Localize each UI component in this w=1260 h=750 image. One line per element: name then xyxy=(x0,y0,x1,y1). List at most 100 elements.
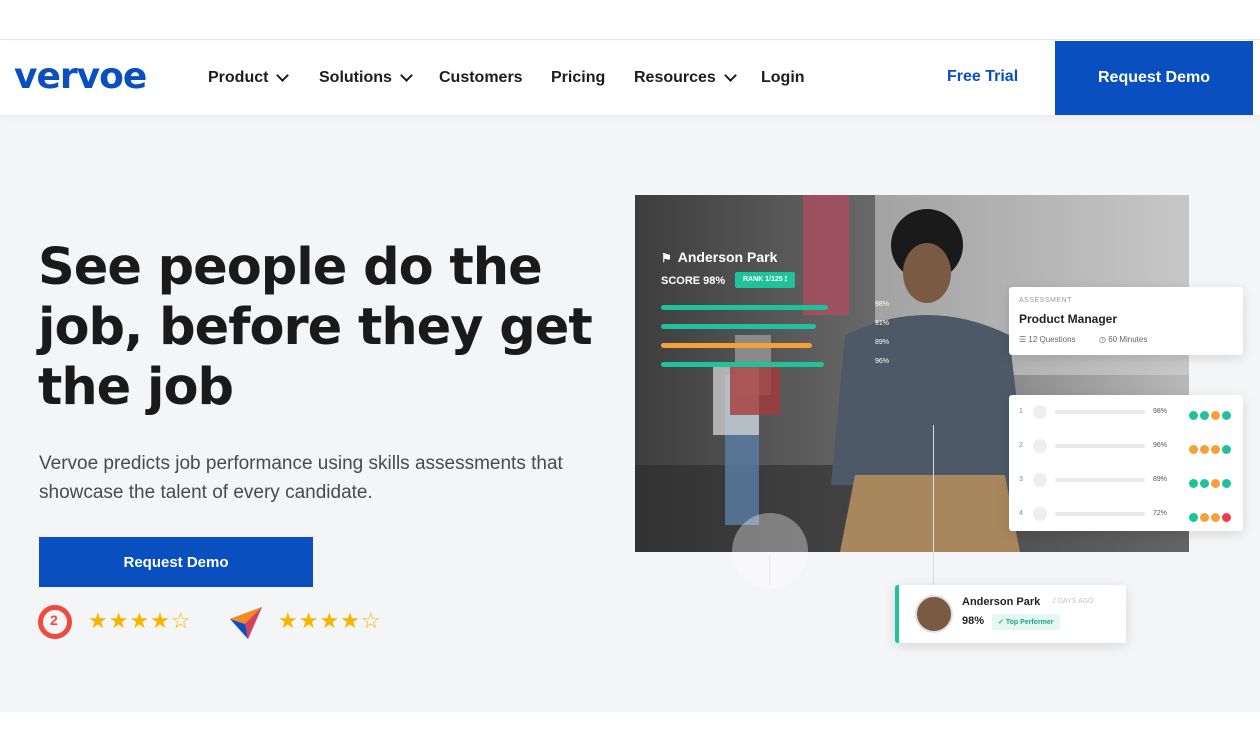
hero-headline: See people do the job, before they get t… xyxy=(38,238,593,417)
capterra-star-rating: ★★★★☆ xyxy=(278,608,382,633)
avatar xyxy=(1033,405,1047,419)
nav-customers[interactable]: Customers xyxy=(439,68,523,88)
chevron-down-icon xyxy=(276,69,290,82)
name-placeholder-bar xyxy=(1055,444,1145,448)
skill-dot xyxy=(1189,411,1198,420)
skill-dot xyxy=(1211,479,1220,488)
skill-dot xyxy=(1189,479,1198,488)
skill-dot xyxy=(1200,445,1209,454)
leaderboard-row: 4 72% xyxy=(1009,507,1243,523)
nav-pricing[interactable]: Pricing xyxy=(551,68,605,88)
notification-name: Anderson Park xyxy=(962,596,1041,608)
clock-icon: ◷ xyxy=(1099,335,1109,344)
skill-bars: 98% 91% 89% 96% xyxy=(661,301,889,377)
nav-customers-label: Customers xyxy=(439,69,523,86)
skill-dot xyxy=(1222,513,1231,522)
candidate-name-text: Anderson Park xyxy=(677,249,778,265)
leaderboard-score: 89% xyxy=(1153,476,1168,483)
candidate-rank-badge: RANK 1/125 ⟟ xyxy=(735,272,796,288)
leaderboard-score: 98% xyxy=(1153,408,1168,415)
avatar xyxy=(1033,507,1047,521)
pulse-circle xyxy=(732,513,808,589)
skill-bar-value: 96% xyxy=(874,358,889,365)
nav-resources[interactable]: Resources xyxy=(634,68,737,88)
skill-bar: 96% xyxy=(661,358,889,377)
questions-text: 12 Questions xyxy=(1028,335,1076,344)
notification-card: Anderson Park 2 DAYS AGO 98% ✓ Top Perfo… xyxy=(895,585,1126,643)
skill-dots xyxy=(1187,475,1231,493)
leaderboard-rank: 3 xyxy=(1019,476,1023,483)
skill-bar-value: 89% xyxy=(874,339,889,346)
nav-pricing-label: Pricing xyxy=(551,69,606,86)
list-icon: ☰ xyxy=(1019,335,1029,344)
name-placeholder-bar xyxy=(1055,512,1145,516)
avatar xyxy=(1033,439,1047,453)
leaderboard-row: 2 96% xyxy=(1009,439,1243,455)
skill-dot xyxy=(1222,479,1231,488)
leaderboard-row: 1 98% xyxy=(1009,405,1243,421)
chevron-down-icon xyxy=(723,69,737,82)
candidate-name-overlay: ⚑ Anderson Park xyxy=(661,249,777,265)
skill-dots xyxy=(1187,509,1231,527)
g2-logo-icon: 2 xyxy=(38,605,72,639)
free-trial-link[interactable]: Free Trial xyxy=(947,68,1018,86)
avatar xyxy=(1033,473,1047,487)
skill-dot xyxy=(1200,513,1209,522)
skill-bar-fill xyxy=(661,324,816,329)
skill-bar-fill xyxy=(661,362,824,367)
skill-dot xyxy=(1222,445,1231,454)
skill-bar: 89% xyxy=(661,339,889,358)
notification-score: 98% xyxy=(962,615,985,627)
check-circle-icon: ✓ xyxy=(998,619,1006,626)
name-placeholder-bar xyxy=(1055,478,1145,482)
vervoe-logo[interactable]: vervoe xyxy=(14,57,147,97)
nav-solutions-label: Solutions xyxy=(319,69,392,86)
notification-time: 2 DAYS AGO xyxy=(1052,598,1094,605)
leaderboard-rank: 1 xyxy=(1019,408,1023,415)
g2-star-rating: ★★★★☆ xyxy=(88,608,192,633)
top-strip xyxy=(0,0,1260,40)
top-performer-badge: ✓ Top Performer xyxy=(992,614,1060,630)
leaderboard-card: 1 98% 2 96% 3 89% 4 72% xyxy=(1009,395,1243,531)
skill-bar-value: 91% xyxy=(874,320,889,327)
skill-bar-fill xyxy=(661,305,828,310)
skill-dot xyxy=(1211,445,1220,454)
leaderboard-score: 96% xyxy=(1153,442,1168,449)
assessment-duration: ◷ 60 Minutes xyxy=(1099,335,1147,344)
skill-dot xyxy=(1189,513,1198,522)
skill-dot xyxy=(1211,411,1220,420)
assessment-title: Product Manager xyxy=(1019,312,1118,326)
nav-resources-label: Resources xyxy=(634,69,716,86)
skill-bar-value: 98% xyxy=(874,301,889,308)
nav-login[interactable]: Login xyxy=(761,68,805,88)
skill-bar: 91% xyxy=(661,320,889,339)
assessment-questions: ☰ 12 Questions xyxy=(1019,335,1076,344)
hero-request-demo-button[interactable]: Request Demo xyxy=(39,537,313,587)
leaderboard-rank: 2 xyxy=(1019,442,1023,449)
site-header: vervoe Product Solutions Customers Prici… xyxy=(0,41,1260,115)
skill-dot xyxy=(1222,411,1231,420)
rank-text: RANK 1/125 xyxy=(743,276,783,283)
badge-text: Top Performer xyxy=(1005,619,1054,626)
nav-login-label: Login xyxy=(761,69,805,86)
skill-dots xyxy=(1187,407,1231,425)
trophy-icon: ⟟ xyxy=(784,276,788,283)
nav-product-label: Product xyxy=(208,69,269,86)
bookmark-icon: ⚑ xyxy=(661,251,672,265)
capterra-logo-icon xyxy=(230,607,262,639)
leaderboard-rank: 4 xyxy=(1019,510,1023,517)
connector-line xyxy=(933,425,934,585)
skill-dot xyxy=(1200,411,1209,420)
skill-dot xyxy=(1211,513,1220,522)
leaderboard-score: 72% xyxy=(1153,510,1168,517)
skill-dots xyxy=(1187,441,1231,459)
assessment-kicker: ASSESSMENT xyxy=(1019,297,1072,304)
nav-product[interactable]: Product xyxy=(208,68,290,88)
header-request-demo-button[interactable]: Request Demo xyxy=(1055,41,1253,115)
chevron-down-icon xyxy=(400,69,413,82)
skill-bar: 98% xyxy=(661,301,889,320)
nav-solutions[interactable]: Solutions xyxy=(319,68,413,88)
assessment-card: ASSESSMENT Product Manager ☰ 12 Question… xyxy=(1009,287,1243,355)
candidate-score: SCORE 98% xyxy=(661,275,726,287)
hero-subtext: Vervoe predicts job performance using sk… xyxy=(39,453,563,503)
